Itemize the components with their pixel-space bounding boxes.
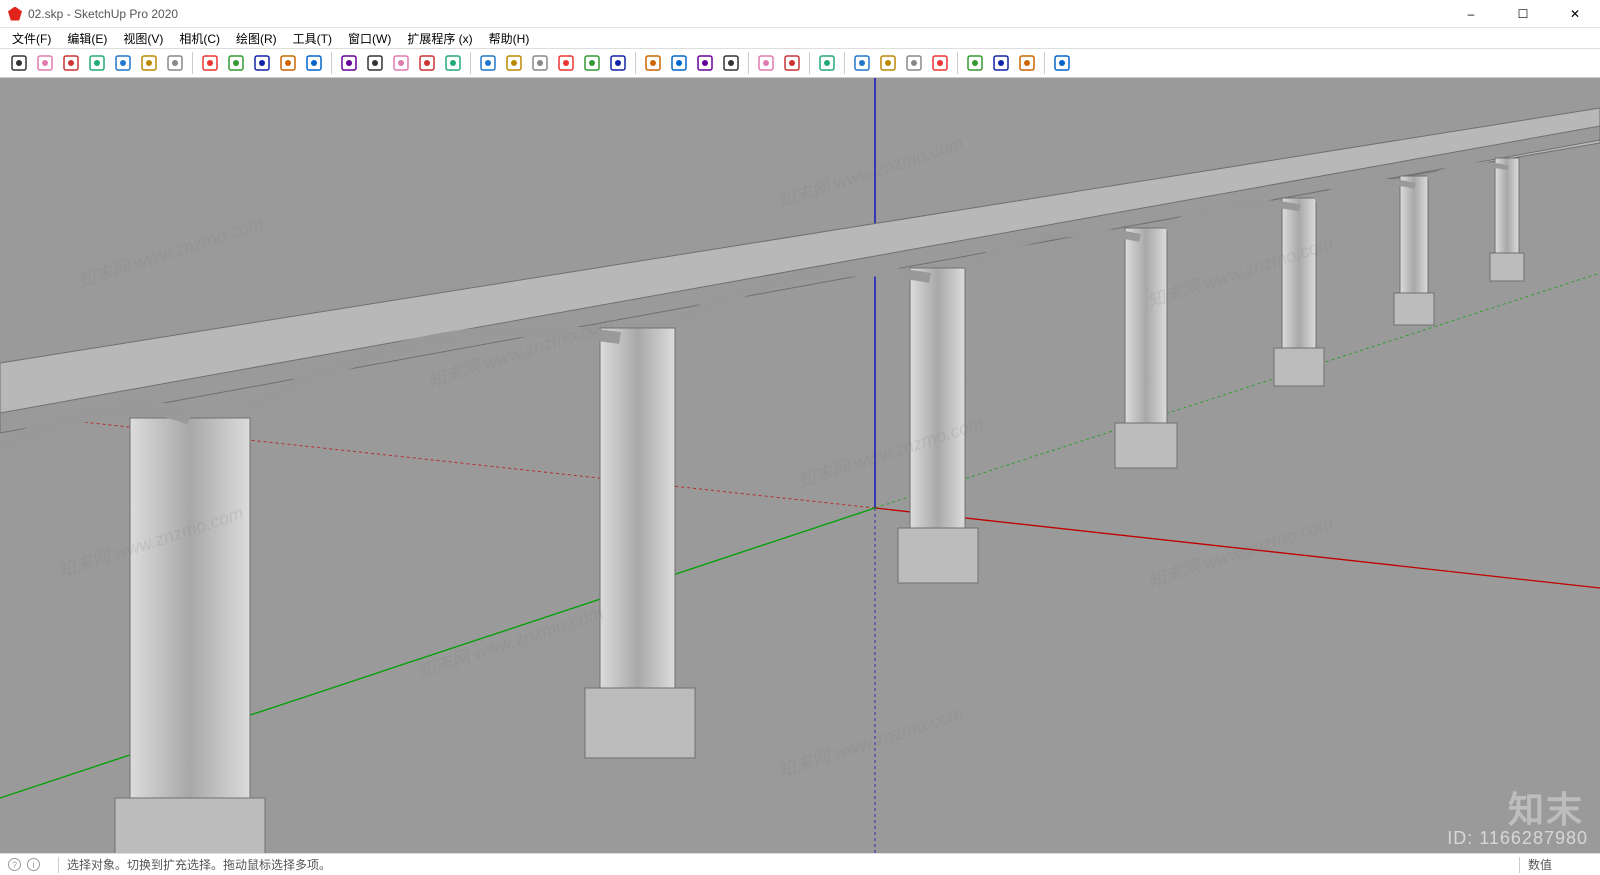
offset-tool[interactable] xyxy=(275,50,301,76)
cloud-tool-3[interactable] xyxy=(901,50,927,76)
axes-tool[interactable] xyxy=(440,50,466,76)
svg-text:知末网 www.znzmo.com: 知末网 www.znzmo.com xyxy=(775,133,966,212)
svg-text:知末网 www.znzmo.com: 知末网 www.znzmo.com xyxy=(415,603,606,682)
toolbar-separator xyxy=(470,52,471,74)
value-label: 数值 xyxy=(1528,856,1592,873)
pushpull-tool[interactable] xyxy=(162,50,188,76)
axes-overlay: 知末网 www.znzmo.com 知末网 www.znzmo.com 知末网 … xyxy=(0,78,1600,853)
cloud-tool-4[interactable] xyxy=(927,50,953,76)
protractor-tool[interactable] xyxy=(414,50,440,76)
warehouse-tool[interactable] xyxy=(753,50,779,76)
menu-item-3[interactable]: 相机(C) xyxy=(173,28,226,49)
svg-text:知末网 www.znzmo.com: 知末网 www.znzmo.com xyxy=(775,703,966,782)
tape-tool[interactable] xyxy=(336,50,362,76)
move-tool[interactable] xyxy=(197,50,223,76)
zoom-extents-tool[interactable] xyxy=(579,50,605,76)
scale-tool[interactable] xyxy=(249,50,275,76)
text-tool[interactable] xyxy=(388,50,414,76)
watermark-id: ID: 1166287980 xyxy=(1447,828,1588,849)
minimize-button[interactable]: – xyxy=(1454,3,1488,25)
layout-tool[interactable] xyxy=(962,50,988,76)
toolbar-separator xyxy=(844,52,845,74)
toolbar-separator xyxy=(809,52,810,74)
zoom-window-tool[interactable] xyxy=(605,50,631,76)
viewport[interactable]: 知末网 www.znzmo.com 知末网 www.znzmo.com 知末网 … xyxy=(0,78,1600,853)
style-tool[interactable] xyxy=(988,50,1014,76)
status-separator xyxy=(58,857,59,873)
app-icon xyxy=(8,7,22,21)
window-controls: – ☐ ✕ xyxy=(1454,3,1592,25)
cloud-tool-2[interactable] xyxy=(875,50,901,76)
account-tool[interactable] xyxy=(814,50,840,76)
toolbar xyxy=(0,48,1600,78)
toolbar-separator xyxy=(957,52,958,74)
cloud-tool-1[interactable] xyxy=(849,50,875,76)
rotate-tool[interactable] xyxy=(223,50,249,76)
paint-tool[interactable] xyxy=(475,50,501,76)
look-tool[interactable] xyxy=(692,50,718,76)
vray-tool[interactable] xyxy=(1049,50,1075,76)
toolbar-separator xyxy=(635,52,636,74)
dimension-tool[interactable] xyxy=(362,50,388,76)
arc-tool[interactable] xyxy=(84,50,110,76)
menu-item-4[interactable]: 绘图(R) xyxy=(230,28,283,49)
titlebar: 02.skp - SketchUp Pro 2020 – ☐ ✕ xyxy=(0,0,1600,28)
extwarehouse-tool[interactable] xyxy=(779,50,805,76)
window-title: 02.skp - SketchUp Pro 2020 xyxy=(28,7,1454,21)
orbit-tool[interactable] xyxy=(501,50,527,76)
circle-tool[interactable] xyxy=(136,50,162,76)
rect-tool[interactable] xyxy=(110,50,136,76)
status-icons: ? i xyxy=(8,858,40,871)
info-icon[interactable]: i xyxy=(27,858,40,871)
menu-item-5[interactable]: 工具(T) xyxy=(287,28,338,49)
menu-item-1[interactable]: 编辑(E) xyxy=(61,28,113,49)
menu-item-7[interactable]: 扩展程序 (x) xyxy=(401,28,478,49)
followme-tool[interactable] xyxy=(301,50,327,76)
toolbar-separator xyxy=(1044,52,1045,74)
menu-item-6[interactable]: 窗口(W) xyxy=(342,28,397,49)
position-camera-tool[interactable] xyxy=(718,50,744,76)
menu-item-0[interactable]: 文件(F) xyxy=(6,28,57,49)
section-tool[interactable] xyxy=(640,50,666,76)
zoom-tool[interactable] xyxy=(553,50,579,76)
walk-tool[interactable] xyxy=(666,50,692,76)
status-hint: 选择对象。切换到扩充选择。拖动鼠标选择多项。 xyxy=(67,856,1511,873)
menu-item-8[interactable]: 帮助(H) xyxy=(483,28,536,49)
maximize-button[interactable]: ☐ xyxy=(1506,3,1540,25)
statusbar: ? i 选择对象。切换到扩充选择。拖动鼠标选择多项。 数值 xyxy=(0,853,1600,875)
close-button[interactable]: ✕ xyxy=(1558,3,1592,25)
toolbar-separator xyxy=(331,52,332,74)
svg-text:知末网 www.znzmo.com: 知末网 www.znzmo.com xyxy=(75,213,266,292)
svg-text:知末网 www.znzmo.com: 知末网 www.znzmo.com xyxy=(1145,513,1336,592)
status-separator xyxy=(1519,857,1520,873)
help-icon[interactable]: ? xyxy=(8,858,21,871)
eraser-tool[interactable] xyxy=(32,50,58,76)
menubar: 文件(F)编辑(E)视图(V)相机(C)绘图(R)工具(T)窗口(W)扩展程序 … xyxy=(0,28,1600,48)
watermark-logo: 知末 xyxy=(1508,781,1584,833)
toolbar-separator xyxy=(748,52,749,74)
line-tool[interactable] xyxy=(58,50,84,76)
scene-tool[interactable] xyxy=(1014,50,1040,76)
select-tool[interactable] xyxy=(6,50,32,76)
menu-item-2[interactable]: 视图(V) xyxy=(117,28,169,49)
toolbar-separator xyxy=(192,52,193,74)
pan-tool[interactable] xyxy=(527,50,553,76)
